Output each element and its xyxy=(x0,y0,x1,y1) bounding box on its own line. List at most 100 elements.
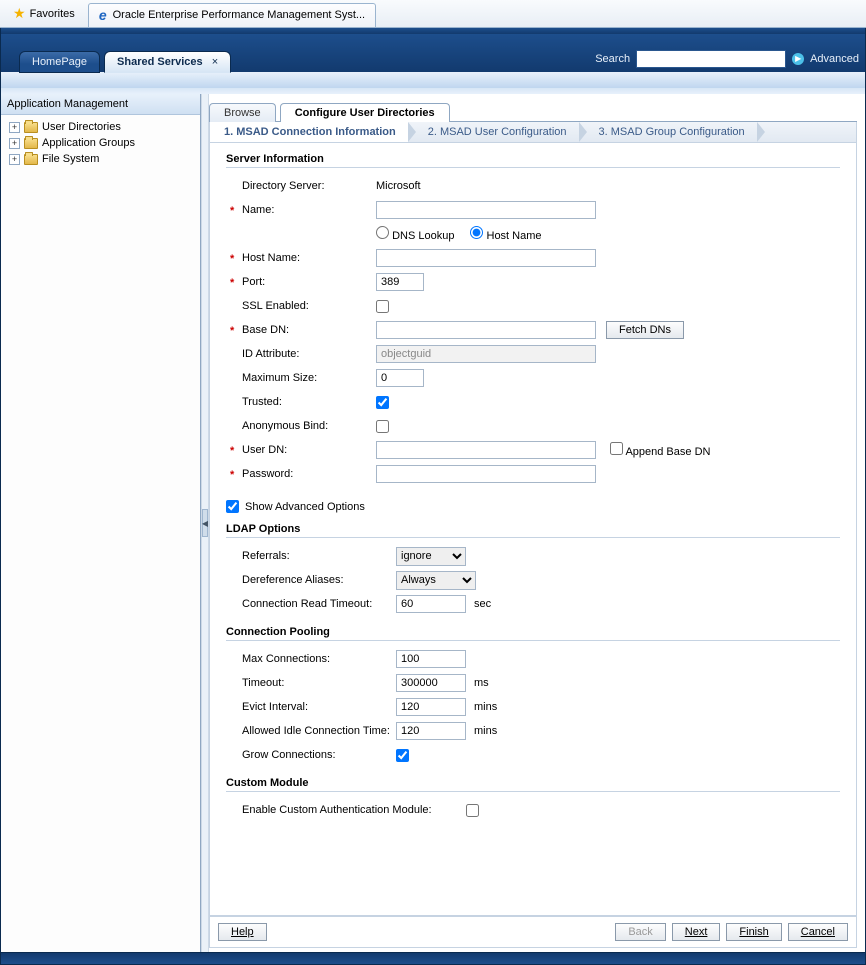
section-ldap-options: LDAP Options xyxy=(226,523,840,538)
max-connections-label: Max Connections: xyxy=(226,653,396,665)
anonymous-bind-label: Anonymous Bind: xyxy=(226,420,376,432)
tab-homepage[interactable]: HomePage xyxy=(19,51,100,73)
favorites-label: Favorites xyxy=(30,8,75,20)
finish-button[interactable]: Finish xyxy=(726,923,781,941)
dereference-aliases-select[interactable]: Always xyxy=(396,571,476,590)
go-icon[interactable] xyxy=(792,53,804,65)
fetch-dns-button[interactable]: Fetch DNs xyxy=(606,321,684,339)
expand-icon[interactable]: + xyxy=(9,138,20,149)
browser-tab[interactable]: e Oracle Enterprise Performance Manageme… xyxy=(88,3,376,27)
directory-server-value: Microsoft xyxy=(376,180,421,192)
collapse-icon[interactable]: ◀ xyxy=(202,509,208,537)
folder-icon xyxy=(24,138,38,149)
conn-read-timeout-input[interactable] xyxy=(396,595,466,613)
ie-icon: e xyxy=(99,7,107,23)
unit-ms: ms xyxy=(474,677,489,689)
dns-lookup-radio[interactable]: DNS Lookup xyxy=(376,226,454,242)
content-tabs: Browse Configure User Directories xyxy=(209,100,857,122)
port-input[interactable] xyxy=(376,273,424,291)
tab-label: Configure User Directories xyxy=(295,107,435,119)
enable-custom-auth-checkbox[interactable] xyxy=(466,804,479,817)
maximum-size-input[interactable] xyxy=(376,369,424,387)
grow-connections-checkbox[interactable] xyxy=(396,749,409,762)
help-button[interactable]: Help xyxy=(218,923,267,941)
user-dn-input[interactable] xyxy=(376,441,596,459)
anonymous-bind-checkbox[interactable] xyxy=(376,420,389,433)
expand-icon[interactable]: + xyxy=(9,122,20,133)
wizard-step-1[interactable]: 1. MSAD Connection Information xyxy=(210,122,408,142)
id-attribute-input xyxy=(376,345,596,363)
tree-item-file-system[interactable]: + File System xyxy=(7,151,194,167)
enable-custom-auth-label: Enable Custom Authentication Module: xyxy=(226,804,466,816)
search-input[interactable] xyxy=(636,50,786,68)
next-button[interactable]: Next xyxy=(672,923,721,941)
host-name-radio[interactable]: Host Name xyxy=(470,226,541,242)
ssl-enabled-label: SSL Enabled: xyxy=(226,300,376,312)
tab-browse[interactable]: Browse xyxy=(209,103,276,122)
trusted-label: Trusted: xyxy=(226,396,376,408)
tree: + User Directories + Application Groups … xyxy=(1,115,200,171)
wizard-step-3[interactable]: 3. MSAD Group Configuration xyxy=(585,122,757,142)
section-custom-module: Custom Module xyxy=(226,777,840,792)
unit-mins: mins xyxy=(474,725,497,737)
section-connection-pooling: Connection Pooling xyxy=(226,626,840,641)
evict-interval-input[interactable] xyxy=(396,698,466,716)
folder-icon xyxy=(24,122,38,133)
expand-icon[interactable]: + xyxy=(9,154,20,165)
port-label: Port: xyxy=(226,276,376,288)
wizard-step-2[interactable]: 2. MSAD User Configuration xyxy=(414,122,579,142)
back-button: Back xyxy=(615,923,665,941)
browser-top-bar: ★ Favorites e Oracle Enterprise Performa… xyxy=(0,0,866,28)
tree-item-user-directories[interactable]: + User Directories xyxy=(7,119,194,135)
wizard-trail: 1. MSAD Connection Information 2. MSAD U… xyxy=(209,122,857,143)
section-server-information: Server Information xyxy=(226,153,840,168)
pool-timeout-label: Timeout: xyxy=(226,677,396,689)
show-advanced-checkbox[interactable] xyxy=(226,500,239,513)
conn-read-timeout-label: Connection Read Timeout: xyxy=(226,598,396,610)
maximum-size-label: Maximum Size: xyxy=(226,372,376,384)
grow-connections-label: Grow Connections: xyxy=(226,749,396,761)
folder-icon xyxy=(24,154,38,165)
tab-shared-services[interactable]: Shared Services × xyxy=(104,51,231,73)
tab-configure-user-directories[interactable]: Configure User Directories xyxy=(280,103,450,122)
advanced-link[interactable]: Advanced xyxy=(810,53,859,65)
derell-label: Dereference Aliases: xyxy=(226,574,396,586)
search-label: Search xyxy=(595,53,630,65)
base-dn-input[interactable] xyxy=(376,321,596,339)
show-advanced-label: Show Advanced Options xyxy=(245,501,365,513)
wizard-footer: Help Back Next Finish Cancel xyxy=(209,916,857,948)
tab-label: HomePage xyxy=(32,56,87,68)
sidebar: Application Management + User Directorie… xyxy=(1,94,201,952)
base-dn-label: Base DN: xyxy=(226,324,376,336)
host-name-label: Host Name: xyxy=(226,252,376,264)
pool-timeout-input[interactable] xyxy=(396,674,466,692)
name-label: Name: xyxy=(226,204,376,216)
tree-item-label: Application Groups xyxy=(42,137,135,149)
ssl-enabled-checkbox[interactable] xyxy=(376,300,389,313)
tree-item-application-groups[interactable]: + Application Groups xyxy=(7,135,194,151)
id-attribute-label: ID Attribute: xyxy=(226,348,376,360)
idle-time-label: Allowed Idle Connection Time: xyxy=(226,725,396,737)
unit-mins: mins xyxy=(474,701,497,713)
max-connections-input[interactable] xyxy=(396,650,466,668)
host-name-input[interactable] xyxy=(376,249,596,267)
user-dn-label: User DN: xyxy=(226,444,376,456)
tree-item-label: File System xyxy=(42,153,99,165)
browser-tab-title: Oracle Enterprise Performance Management… xyxy=(113,9,366,21)
name-input[interactable] xyxy=(376,201,596,219)
tree-item-label: User Directories xyxy=(42,121,121,133)
content: Browse Configure User Directories 1. MSA… xyxy=(209,94,865,952)
append-base-dn-checkbox[interactable]: Append Base DN xyxy=(610,442,710,458)
password-label: Password: xyxy=(226,468,376,480)
unit-sec: sec xyxy=(474,598,491,610)
favorites-button[interactable]: ★ Favorites xyxy=(6,2,82,25)
password-input[interactable] xyxy=(376,465,596,483)
idle-time-input[interactable] xyxy=(396,722,466,740)
tab-close-icon[interactable]: × xyxy=(212,56,218,68)
cancel-button[interactable]: Cancel xyxy=(788,923,848,941)
referrals-select[interactable]: ignore xyxy=(396,547,466,566)
workspace-tabs: HomePage Shared Services × Search Advanc… xyxy=(19,44,859,72)
tab-label: Shared Services xyxy=(117,56,203,68)
trusted-checkbox[interactable] xyxy=(376,396,389,409)
splitter[interactable]: ◀ xyxy=(201,94,209,952)
